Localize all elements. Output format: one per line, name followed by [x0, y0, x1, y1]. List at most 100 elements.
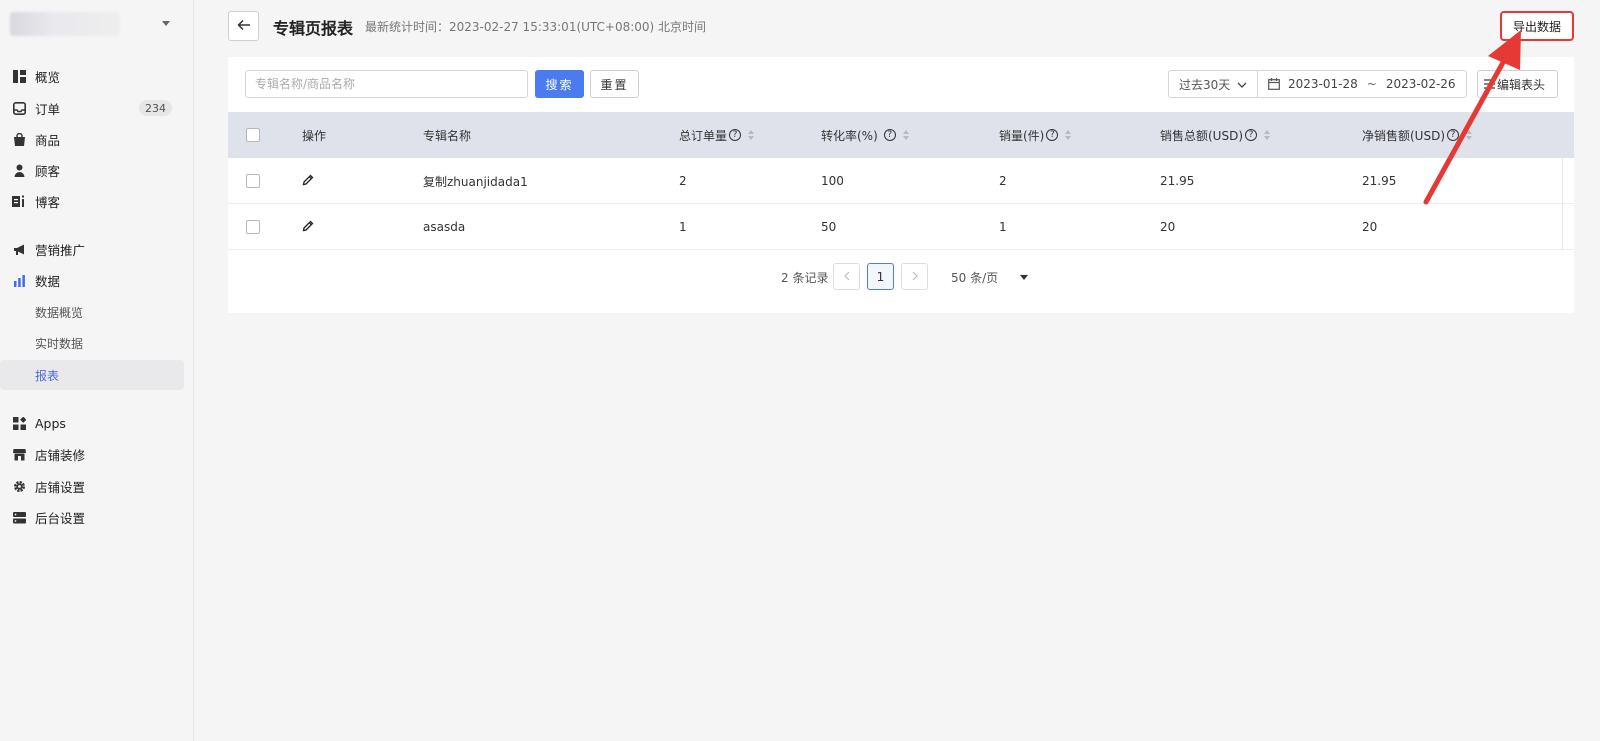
sort-icon[interactable]	[1065, 130, 1072, 140]
search-button[interactable]: 搜索	[535, 70, 584, 98]
cell-conversion-rate: 100	[821, 174, 844, 188]
date-range-picker[interactable]: 2023-01-28 ~ 2023-02-26	[1257, 70, 1467, 98]
prev-page-button[interactable]	[833, 263, 860, 290]
sidebar-item-label: 博客	[35, 194, 61, 210]
arrow-left-icon	[236, 19, 251, 34]
store-name-blurred[interactable]	[10, 12, 120, 36]
edit-row-button[interactable]	[302, 158, 314, 204]
page-title: 专辑页报表	[273, 19, 354, 38]
cell-sales-qty: 1	[999, 220, 1007, 234]
column-header-album-name: 专辑名称	[423, 128, 472, 143]
column-header-actions: 操作	[302, 128, 327, 143]
pencil-icon	[302, 220, 314, 235]
sidebar-item-label: 后台设置	[35, 510, 86, 526]
store-icon	[12, 447, 26, 461]
cell-net-sales: 21.95	[1362, 174, 1397, 188]
sidebar-item-overview[interactable]: 概览	[0, 62, 184, 90]
cell-total-orders: 1	[679, 220, 687, 234]
orders-count-badge: 234	[139, 100, 172, 116]
server-icon	[12, 510, 26, 524]
back-button[interactable]	[228, 11, 259, 41]
table-vertical-scrollbar[interactable]	[1562, 112, 1574, 249]
cell-conversion-rate: 50	[821, 220, 837, 234]
column-header-sales-qty[interactable]: 销量(件) ?	[999, 112, 1072, 158]
sort-icon[interactable]	[1264, 130, 1271, 140]
sidebar-subitem-reports[interactable]: 报表	[0, 360, 184, 390]
sidebar-item-apps[interactable]: Apps	[0, 409, 184, 437]
export-data-button[interactable]: 导出数据	[1500, 11, 1574, 41]
select-all-checkbox[interactable]	[246, 112, 260, 158]
column-header-total-orders[interactable]: 总订单量 ?	[679, 112, 755, 158]
row-checkbox[interactable]	[246, 158, 260, 204]
date-separator: ~	[1366, 77, 1377, 91]
column-header-label: 总订单量	[679, 128, 728, 143]
list-icon	[1484, 79, 1495, 89]
blog-icon	[12, 194, 26, 208]
help-icon[interactable]: ?	[1245, 129, 1258, 141]
sort-icon[interactable]	[748, 130, 755, 140]
sidebar-subitem-realtime-data[interactable]: 实时数据	[0, 328, 184, 358]
sidebar-item-label: 营销推广	[35, 242, 86, 258]
sort-icon[interactable]	[1466, 130, 1473, 140]
page-size-select[interactable]: 50 条/页	[951, 269, 1029, 286]
column-header-label: 净销售额(USD)	[1362, 128, 1446, 143]
column-header-net-sales[interactable]: 净销售额(USD) ?	[1362, 112, 1473, 158]
edit-row-button[interactable]	[302, 204, 314, 250]
cell-total-orders: 2	[679, 174, 687, 188]
page-number-button[interactable]: 1	[867, 263, 894, 290]
chevron-down-icon	[1237, 79, 1247, 93]
inbox-icon	[12, 101, 26, 115]
sidebar-item-customers[interactable]: 顾客	[0, 156, 184, 184]
help-icon[interactable]: ?	[1447, 129, 1460, 141]
store-switch-caret-icon[interactable]	[162, 21, 170, 26]
edit-header-label: 编辑表头	[1497, 77, 1546, 92]
help-icon[interactable]: ?	[729, 129, 742, 141]
table-header: 操作 专辑名称 总订单量 ? 转化率(%) ? 销量(件) ? 销售总额(USD…	[228, 112, 1574, 158]
row-checkbox[interactable]	[246, 204, 260, 250]
cell-album-name: 复制zhuanjidada1	[423, 174, 528, 189]
chevron-right-icon	[911, 270, 919, 284]
bag-icon	[12, 132, 26, 146]
reset-button[interactable]: 重置	[590, 70, 639, 98]
sidebar-item-blog[interactable]: 博客	[0, 187, 184, 215]
report-panel: 搜索 重置 过去30天 2023-01-28 ~ 2023-02-26 编辑表头…	[228, 57, 1574, 313]
page-size-value: 50 条/页	[951, 271, 999, 285]
sidebar-subitem-label: 实时数据	[35, 336, 84, 351]
sidebar-subitem-label: 报表	[35, 368, 60, 383]
megaphone-icon	[12, 242, 26, 256]
cell-total-sales: 21.95	[1160, 174, 1195, 188]
sidebar-item-label: 店铺装修	[35, 447, 86, 463]
sidebar: 概览 订单 234 商品 顾客 博客 营销推广 数据 数据概览 实时数据 报表 …	[0, 0, 194, 741]
date-start: 2023-01-28	[1288, 77, 1358, 91]
sidebar-item-orders[interactable]: 订单 234	[0, 94, 184, 122]
sidebar-item-label: 顾客	[35, 163, 61, 179]
sidebar-subitem-data-overview[interactable]: 数据概览	[0, 297, 184, 327]
sidebar-item-label: 店铺设置	[35, 479, 86, 495]
sidebar-item-products[interactable]: 商品	[0, 125, 184, 153]
apps-icon	[12, 416, 26, 430]
column-header-label: 销量(件)	[999, 128, 1045, 143]
column-header-conversion-rate[interactable]: 转化率(%) ?	[821, 112, 909, 158]
search-input[interactable]	[245, 70, 528, 98]
date-range-preset-select[interactable]: 过去30天	[1168, 70, 1258, 98]
sidebar-item-store-design[interactable]: 店铺装修	[0, 440, 184, 468]
help-icon[interactable]: ?	[883, 129, 896, 141]
cell-album-name: asasda	[423, 220, 466, 234]
sidebar-item-marketing[interactable]: 营销推广	[0, 235, 184, 263]
pencil-icon	[302, 174, 314, 189]
date-end: 2023-02-26	[1385, 77, 1456, 91]
sidebar-item-store-settings[interactable]: 店铺设置	[0, 472, 184, 500]
help-icon[interactable]: ?	[1046, 129, 1059, 141]
next-page-button[interactable]	[901, 263, 928, 290]
sidebar-subitem-label: 数据概览	[35, 305, 84, 320]
sort-icon[interactable]	[902, 130, 909, 140]
chevron-left-icon	[843, 270, 851, 284]
edit-table-header-button[interactable]: 编辑表头	[1477, 70, 1558, 98]
sidebar-item-admin-settings[interactable]: 后台设置	[0, 503, 184, 531]
bar-chart-icon	[12, 273, 26, 287]
column-header-total-sales[interactable]: 销售总额(USD) ?	[1160, 112, 1271, 158]
range-preset-value: 过去30天	[1179, 77, 1231, 92]
sidebar-item-data[interactable]: 数据	[0, 266, 184, 294]
sidebar-item-label: 订单	[35, 101, 61, 117]
total-records: 2 条记录	[781, 271, 829, 285]
